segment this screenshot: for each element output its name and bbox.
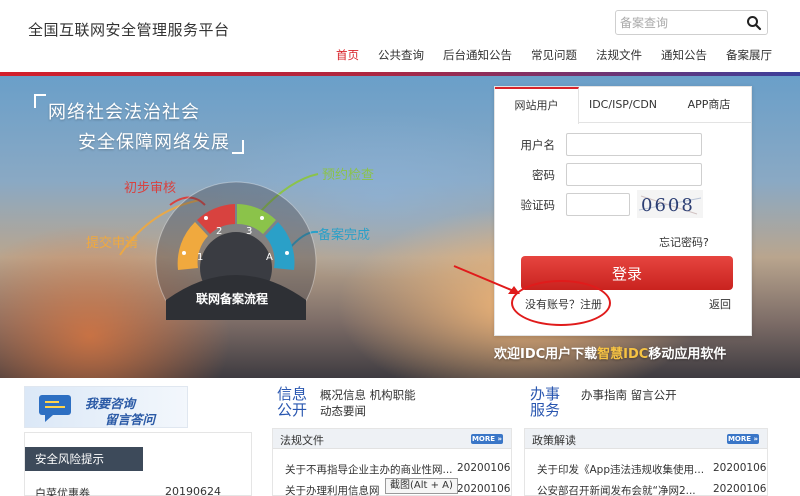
risk-alert-box: 安全风险提示 白菜优惠券 20190624 [24,432,252,496]
screenshot-tooltip: 截图(Alt + A) [385,478,458,494]
username-input[interactable] [566,133,702,156]
main-nav: 首页 公共查询 后台通知公告 常见问题 法规文件 通知公告 备案展厅 [336,47,791,67]
laws-list-title: 法规文件 [280,434,324,447]
risk-item-name[interactable]: 白菜优惠券 [35,485,90,496]
policy-list: 政策解读 MORE » 关于印发《App违法违规收集使用... 20200106… [524,428,768,496]
link-message-board[interactable]: 留言公开 [631,388,677,402]
dot-2 [202,214,210,222]
process-step-complete: 备案完成 [318,228,371,243]
list-item-date: 20200106 [457,462,511,474]
chat-bubble-icon [39,395,71,422]
dot-3 [258,214,266,222]
nav-filing-gallery[interactable]: 备案展厅 [726,47,772,67]
nav-public-query[interactable]: 公共查询 [378,47,424,67]
list-item[interactable]: 公安部召开新闻发布会就“净网2... [537,483,696,496]
policy-list-title: 政策解读 [532,434,576,447]
segment-mark-1: 1 [197,252,203,263]
list-item-date: 20200106 [713,462,767,474]
captcha-image[interactable]: 0608 [637,190,703,218]
process-title: 联网备案流程 [196,292,269,306]
list-item[interactable]: 关于不再指导企业主办的商业性网... [285,462,453,477]
segment-mark-2: 2 [216,226,222,237]
laws-more-button[interactable]: MORE » [471,434,503,444]
info-title-line2: 公开 [277,401,308,419]
forgot-password-link[interactable]: 忘记密码? [659,234,709,250]
info-links-row1: 概况信息 机构职能 [320,387,416,403]
process-step-review: 初步审核 [124,181,177,196]
services-title-line2: 服务 [530,401,561,419]
laws-list-header: 法规文件 MORE » [273,429,511,449]
info-title-line1: 信息 [277,385,308,403]
slogan-line1: 网络社会法治社会 [48,102,200,123]
password-input[interactable] [566,163,702,186]
nav-home[interactable]: 首页 [336,47,359,67]
segment-mark-4: A [266,252,273,263]
list-item[interactable]: 关于印发《App违法违规收集使用... [537,462,704,477]
captcha-text: 0608 [641,195,695,216]
services-title-line1: 办事 [530,385,561,403]
promo-highlight: 智慧IDC [597,347,649,362]
policy-more-button[interactable]: MORE » [727,434,759,444]
idc-app-promo[interactable]: 欢迎IDC用户下载智慧IDC移动应用软件 [494,343,726,362]
search-input[interactable] [620,14,744,32]
password-label: 密码 [532,168,555,182]
page: 全国互联网安全管理服务平台 首页 公共查询 后台通知公告 常见问题 法规文件 通… [0,0,800,496]
tab-app-store[interactable]: APP商店 [667,87,751,123]
list-item-date: 20200106 [713,483,767,495]
policy-list-header: 政策解读 MORE » [525,429,767,449]
segment-mark-3: 3 [246,226,252,237]
risk-alert-title: 安全风险提示 [25,447,143,471]
nav-faq[interactable]: 常见问题 [531,47,577,67]
nav-backend-notices[interactable]: 后台通知公告 [443,47,512,67]
nav-announcements[interactable]: 通知公告 [661,47,707,67]
link-overview[interactable]: 概况信息 [320,388,366,402]
list-item-date: 20200106 [457,483,511,495]
tab-website-user[interactable]: 网站用户 [495,87,579,124]
process-step-inspection: 预约检查 [322,168,375,183]
link-functions[interactable]: 机构职能 [370,388,416,402]
captcha-label: 验证码 [520,198,556,212]
consult-banner[interactable]: 我要咨询 留言答问 [24,386,188,428]
back-link[interactable]: 返回 [709,296,731,312]
promo-prefix: 欢迎IDC用户下载 [494,347,598,362]
promo-suffix: 移动应用软件 [648,347,727,362]
tab-idc-isp-cdn[interactable]: IDC/ISP/CDN [579,87,667,123]
process-step-submit: 提交申请 [86,236,139,251]
annotation-ellipse [511,280,611,326]
risk-item-date: 20190624 [165,485,221,496]
username-label: 用户名 [520,138,556,152]
search-icon[interactable] [745,14,763,32]
info-disclosure-title: 信息 公开 [277,386,307,418]
consult-line2: 留言答问 [105,412,156,427]
link-news[interactable]: 动态要闻 [320,404,366,418]
dot-4 [283,249,291,257]
link-service-guide[interactable]: 办事指南 [581,388,627,402]
list-item[interactable]: 关于办理利用信息网 [285,483,380,496]
nav-regulations[interactable]: 法规文件 [596,47,642,67]
search-box [615,10,768,35]
slogan-bracket-open [34,94,46,108]
login-tabs: 网站用户 IDC/ISP/CDN APP商店 [495,87,751,124]
services-links-row1: 办事指南 留言公开 [581,387,677,403]
services-title: 办事 服务 [530,386,560,418]
header: 全国互联网安全管理服务平台 首页 公共查询 后台通知公告 常见问题 法规文件 通… [0,0,800,72]
dot-1 [180,249,188,257]
info-links-row2: 动态要闻 [320,403,366,419]
captcha-input[interactable] [566,193,630,216]
site-title: 全国互联网安全管理服务平台 [28,21,230,39]
